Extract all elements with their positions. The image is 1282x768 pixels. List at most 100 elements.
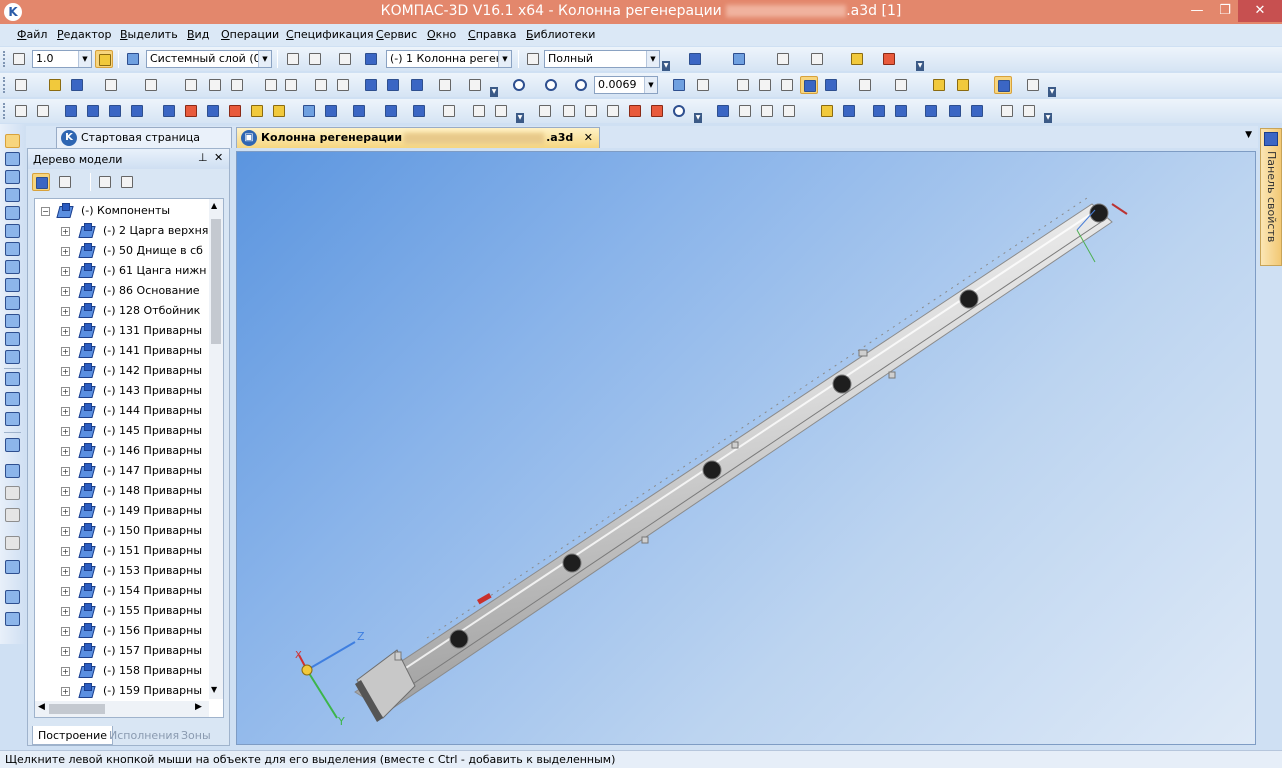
toolbar-overflow-icon[interactable]: ▼ xyxy=(490,87,498,97)
tree-item[interactable]: + (-) 86 Основание xyxy=(35,281,209,301)
chevron-down-icon[interactable]: ▼ xyxy=(258,51,271,67)
place-icon[interactable] xyxy=(5,438,20,452)
spec-object-icon[interactable] xyxy=(440,102,458,120)
zoom-value-dropdown[interactable]: 0.0069 ▼ xyxy=(594,76,658,94)
tree-item[interactable]: + (-) 61 Цанга нижн xyxy=(35,261,209,281)
help-pointer-icon[interactable] xyxy=(466,76,484,94)
expand-icon[interactable]: + xyxy=(61,287,70,296)
explode-icon[interactable] xyxy=(736,102,754,120)
link-icon[interactable] xyxy=(892,102,910,120)
minimize-button[interactable]: — xyxy=(1182,0,1212,22)
edit-pipe-icon[interactable] xyxy=(922,102,940,120)
scroll-left-icon[interactable]: ◀ xyxy=(38,702,45,712)
help-icon[interactable] xyxy=(492,102,510,120)
menu-view[interactable]: Вид xyxy=(187,28,209,41)
assembly-icon[interactable] xyxy=(714,102,732,120)
standard-product-icon[interactable] xyxy=(160,102,178,120)
copy-icon[interactable] xyxy=(206,76,224,94)
catalog-icon[interactable] xyxy=(270,102,288,120)
toolbar-overflow-icon[interactable]: ▼ xyxy=(1044,113,1052,123)
pipe-element-icon[interactable] xyxy=(840,102,858,120)
print-icon[interactable] xyxy=(102,76,120,94)
tree-item[interactable]: + (-) 143 Приварны xyxy=(35,381,209,401)
disabled-tool-icon[interactable] xyxy=(5,486,20,500)
scroll-down-icon[interactable]: ▼ xyxy=(211,685,217,694)
collapse-icon[interactable]: − xyxy=(41,207,50,216)
menu-help[interactable]: Справка xyxy=(468,28,516,41)
tab-document[interactable]: ▣ Колонна регенерации .a3d ✕ xyxy=(236,127,600,148)
fasteners-icon[interactable] xyxy=(182,102,200,120)
menu-editor[interactable]: Редактор xyxy=(57,28,112,41)
toolbar-grip[interactable] xyxy=(3,77,6,93)
function-icon[interactable] xyxy=(408,76,426,94)
expand-icon[interactable]: + xyxy=(61,247,70,256)
color-icon[interactable] xyxy=(954,76,972,94)
edit-source-icon[interactable] xyxy=(34,102,52,120)
toolbar-overflow-icon[interactable]: ▼ xyxy=(1048,87,1056,97)
position-number-icon[interactable] xyxy=(626,102,644,120)
expand-icon[interactable]: + xyxy=(61,487,70,496)
properties-icon[interactable] xyxy=(336,50,354,68)
lock-icon[interactable] xyxy=(5,560,20,574)
pipe-icon[interactable] xyxy=(818,102,836,120)
spec-table-icon[interactable] xyxy=(998,102,1016,120)
chevron-down-icon[interactable]: ▼ xyxy=(498,51,511,67)
tree-structure-view-icon[interactable] xyxy=(32,173,50,191)
dimensions-icon[interactable] xyxy=(5,260,20,274)
zoom-icon[interactable] xyxy=(572,76,590,94)
position-icon[interactable] xyxy=(604,102,622,120)
report-icon[interactable] xyxy=(1024,76,1042,94)
tab-start-page[interactable]: K Стартовая страница xyxy=(56,127,232,148)
spatial-curves-icon[interactable] xyxy=(5,170,20,184)
filter-vtool-icon[interactable] xyxy=(5,278,20,292)
tree-item[interactable]: + (-) 153 Приварны xyxy=(35,561,209,581)
info-icon[interactable] xyxy=(670,102,688,120)
layers-icon[interactable] xyxy=(124,50,142,68)
sheet-icon[interactable] xyxy=(248,102,266,120)
zoom-window-icon[interactable] xyxy=(510,76,528,94)
edit-assembly-icon[interactable] xyxy=(5,134,20,148)
hole-icon[interactable] xyxy=(204,102,222,120)
arrays-icon[interactable] xyxy=(5,206,20,220)
tab-zones[interactable]: Зоны xyxy=(176,726,216,745)
aux-geometry-icon[interactable] xyxy=(5,224,20,238)
expand-icon[interactable]: + xyxy=(61,407,70,416)
array-icon[interactable] xyxy=(382,102,400,120)
expand-icon[interactable]: + xyxy=(61,367,70,376)
rectangle-icon[interactable] xyxy=(300,102,318,120)
tree-root[interactable]: − (-) Компоненты xyxy=(35,201,209,221)
orientation-icon[interactable] xyxy=(694,76,712,94)
move-component-icon[interactable] xyxy=(350,102,368,120)
cs-copy-icon[interactable] xyxy=(306,50,324,68)
expand-icon[interactable]: + xyxy=(61,347,70,356)
sheet-metal-icon[interactable] xyxy=(5,350,20,364)
toolbar-overflow-icon[interactable]: ▼ xyxy=(516,113,524,123)
shading-icon[interactable] xyxy=(686,50,704,68)
variables-icon[interactable] xyxy=(384,76,402,94)
tree-horizontal-scrollbar[interactable]: ◀ ▶ xyxy=(35,701,209,717)
tree-item[interactable]: + (-) 128 Отбойник xyxy=(35,301,209,321)
chevron-down-icon[interactable]: ▼ xyxy=(646,51,659,67)
reports-icon[interactable] xyxy=(5,314,20,328)
expand-icon[interactable]: + xyxy=(61,667,70,676)
weld-icon[interactable] xyxy=(226,102,244,120)
close-panel-icon[interactable]: ✕ xyxy=(214,151,223,164)
edit-component-icon[interactable] xyxy=(5,412,20,426)
library-icon[interactable] xyxy=(848,50,866,68)
undo-icon[interactable] xyxy=(312,76,330,94)
document-properties-icon[interactable] xyxy=(282,76,300,94)
scroll-thumb[interactable] xyxy=(211,219,221,344)
rotate-icon[interactable] xyxy=(670,76,688,94)
menu-service[interactable]: Сервис xyxy=(376,28,417,41)
tree-item[interactable]: + (-) 142 Приварны xyxy=(35,361,209,381)
expand-icon[interactable]: + xyxy=(61,647,70,656)
zoom-all-icon[interactable] xyxy=(542,76,560,94)
tree-item[interactable]: + (-) 155 Приварны xyxy=(35,601,209,621)
tree-item[interactable]: + (-) 158 Приварны xyxy=(35,661,209,681)
expand-icon[interactable]: + xyxy=(61,227,70,236)
expand-icon[interactable]: + xyxy=(61,527,70,536)
measure-vtool-icon[interactable] xyxy=(5,242,20,256)
edit-in-place-icon[interactable] xyxy=(12,102,30,120)
expand-icon[interactable]: + xyxy=(61,587,70,596)
halftone-edges-icon[interactable] xyxy=(822,76,840,94)
